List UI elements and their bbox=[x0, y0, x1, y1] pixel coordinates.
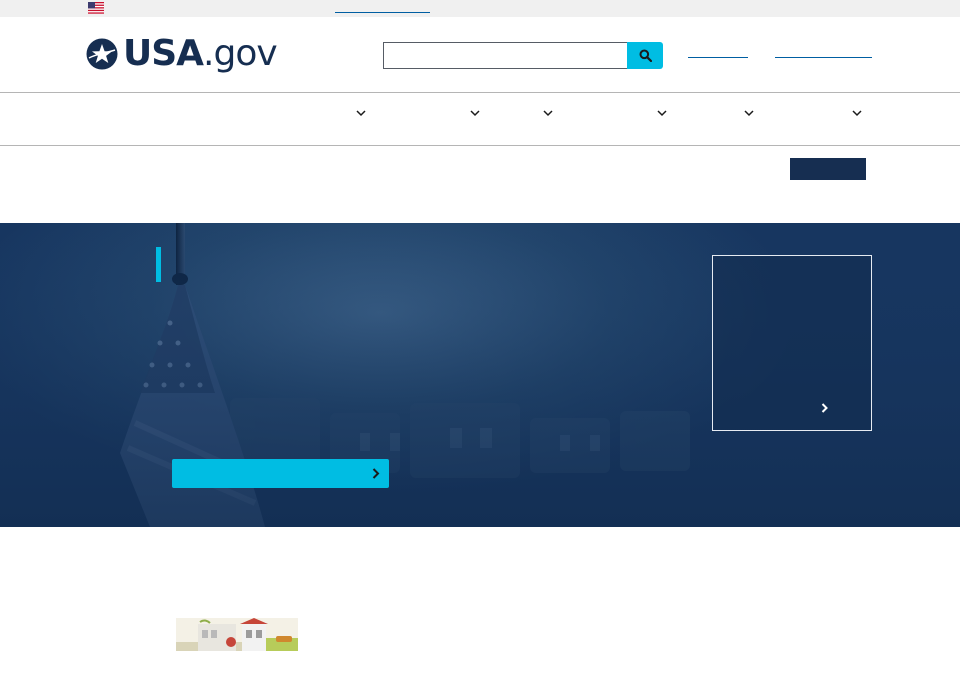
header-link-2[interactable] bbox=[775, 57, 872, 58]
action-button[interactable] bbox=[790, 158, 866, 180]
hero-feature-card[interactable] bbox=[712, 255, 872, 431]
nav-item-5[interactable] bbox=[740, 105, 754, 121]
nav-item-6[interactable] bbox=[848, 105, 862, 121]
logo-text: USA bbox=[123, 33, 204, 74]
banner-info-link[interactable] bbox=[335, 12, 430, 13]
chevron-down-icon bbox=[657, 109, 667, 116]
hero-cta-button[interactable] bbox=[172, 459, 389, 488]
chevron-right-icon bbox=[372, 468, 380, 479]
logo-suffix: .gov bbox=[203, 33, 278, 74]
search-input[interactable] bbox=[383, 42, 628, 69]
us-flag-icon bbox=[88, 2, 104, 14]
chevron-down-icon bbox=[852, 109, 862, 116]
nav-item-1[interactable] bbox=[352, 105, 366, 121]
gov-banner bbox=[0, 0, 960, 17]
hero-accent-bar bbox=[156, 247, 161, 282]
site-header: USA.gov bbox=[0, 17, 960, 93]
chevron-down-icon bbox=[356, 109, 366, 116]
hero-card-link[interactable] bbox=[725, 400, 859, 416]
chevron-down-icon bbox=[543, 109, 553, 116]
primary-nav bbox=[0, 93, 960, 146]
site-logo[interactable]: USA.gov bbox=[86, 33, 278, 75]
search-button[interactable] bbox=[627, 42, 663, 69]
hero-banner bbox=[0, 223, 960, 527]
community-illustration-image bbox=[176, 618, 298, 651]
nav-item-3[interactable] bbox=[539, 105, 553, 121]
chevron-right-icon bbox=[821, 403, 828, 413]
header-link-1[interactable] bbox=[688, 57, 748, 58]
chevron-down-icon bbox=[470, 109, 480, 116]
search-icon bbox=[639, 49, 652, 62]
star-seal-icon bbox=[86, 38, 118, 70]
nav-item-4[interactable] bbox=[653, 105, 667, 121]
nav-item-2[interactable] bbox=[466, 105, 480, 121]
chevron-down-icon bbox=[744, 109, 754, 116]
logo-wordmark: USA.gov bbox=[123, 33, 278, 75]
